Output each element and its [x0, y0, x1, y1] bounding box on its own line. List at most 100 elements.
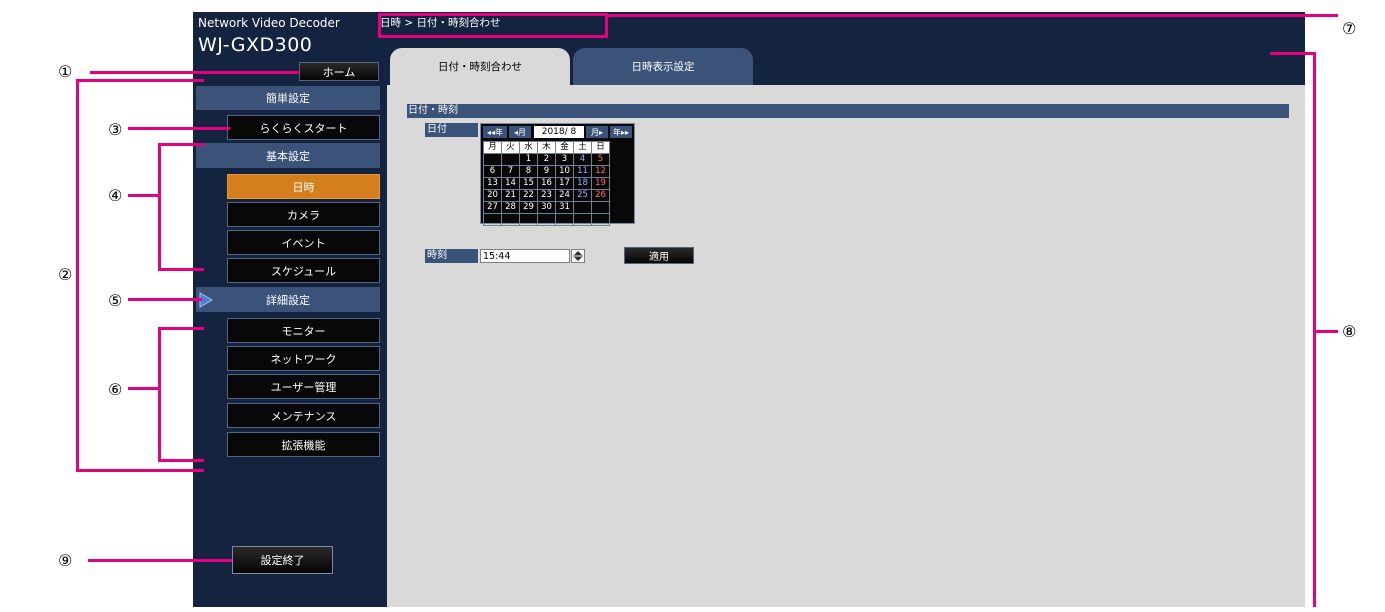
weekday-wed: 水 — [519, 141, 538, 154]
callout-4: ④ — [108, 186, 123, 205]
calendar-day[interactable] — [537, 213, 556, 226]
next-year-button[interactable]: 年▸▸ — [610, 126, 632, 138]
sidebar-item-event[interactable]: イベント — [227, 230, 380, 255]
calendar-day[interactable]: 5 — [591, 153, 610, 166]
weekday-fri: 金 — [555, 141, 574, 154]
calendar-day[interactable]: 14 — [501, 177, 520, 190]
advanced-setup-section[interactable]: 詳細設定 — [196, 287, 380, 312]
callout-line-5 — [128, 298, 202, 301]
calendar-day[interactable]: 9 — [537, 165, 556, 178]
calendar-day[interactable]: 23 — [537, 189, 556, 202]
apply-button[interactable]: 適用 — [624, 247, 694, 264]
callout-stub-6 — [128, 387, 158, 390]
easy-start-button[interactable]: らくらくスタート — [227, 115, 380, 140]
calendar-day[interactable]: 4 — [573, 153, 592, 166]
calendar-day[interactable]: 19 — [591, 177, 610, 190]
weekday-tue: 火 — [501, 141, 520, 154]
tab-date-display-settings[interactable]: 日時表示設定 — [573, 48, 753, 85]
callout-bracket-2-top — [76, 79, 204, 82]
callout-bracket-2-bottom — [76, 469, 204, 472]
callout-line-7 — [608, 14, 1338, 17]
calendar-day[interactable]: 12 — [591, 165, 610, 178]
date-label: 日付 — [425, 123, 478, 137]
calendar-month-display: 2018/ 8 — [534, 126, 584, 138]
calendar-day[interactable] — [519, 213, 538, 226]
next-month-button[interactable]: 月▸ — [586, 126, 608, 138]
calendar-day[interactable] — [555, 213, 574, 226]
calendar-day[interactable]: 29 — [519, 201, 538, 214]
calendar-day[interactable]: 11 — [573, 165, 592, 178]
calendar-day[interactable]: 8 — [519, 165, 538, 178]
calendar-day[interactable]: 28 — [501, 201, 520, 214]
callout-7: ⑦ — [1342, 19, 1357, 38]
calendar-day[interactable]: 3 — [555, 153, 574, 166]
sidebar-item-maintenance[interactable]: メンテナンス — [227, 403, 380, 428]
calendar-day[interactable]: 15 — [519, 177, 538, 190]
calendar-day[interactable]: 24 — [555, 189, 574, 202]
calendar-day[interactable] — [501, 213, 520, 226]
sidebar-item-camera[interactable]: カメラ — [227, 202, 380, 227]
calendar-day[interactable] — [573, 213, 592, 226]
sidebar-item-monitor[interactable]: モニター — [227, 318, 380, 343]
time-input[interactable] — [480, 249, 570, 263]
callout-line-9 — [88, 559, 232, 562]
calendar-day[interactable]: 27 — [483, 201, 502, 214]
easy-setup-section[interactable]: 簡単設定 — [196, 86, 380, 110]
calendar-day[interactable]: 22 — [519, 189, 538, 202]
calendar-day[interactable] — [483, 213, 502, 226]
weekday-sat: 土 — [573, 141, 592, 154]
callout-frame-breadcrumb — [378, 13, 608, 38]
calendar-day[interactable]: 2 — [537, 153, 556, 166]
prev-year-button[interactable]: ◂◂年 — [483, 126, 507, 138]
callout-bracket-6 — [158, 327, 161, 462]
calendar-day[interactable]: 6 — [483, 165, 502, 178]
calendar-grid: 月 火 水 木 金 土 日 1 2 3 4 5 6 7 8 9 10 11 12… — [483, 141, 610, 226]
section-header-bar — [407, 104, 1289, 118]
callout-bracket-2 — [76, 79, 79, 472]
calendar-day[interactable]: 16 — [537, 177, 556, 190]
calendar-day[interactable]: 31 — [555, 201, 574, 214]
time-stepper[interactable] — [571, 249, 585, 263]
calendar-day[interactable]: 1 — [519, 153, 538, 166]
sidebar-item-datetime[interactable]: 日時 — [227, 174, 380, 199]
callout-3: ③ — [108, 120, 123, 139]
callout-5: ⑤ — [108, 291, 123, 310]
prev-month-button[interactable]: ◂月 — [509, 126, 531, 138]
callout-bracket-6-bottom — [158, 459, 204, 462]
home-button[interactable]: ホーム — [299, 62, 379, 81]
sidebar-item-user-management[interactable]: ユーザー管理 — [227, 374, 380, 399]
calendar-day[interactable] — [573, 201, 592, 214]
calendar-day[interactable]: 20 — [483, 189, 502, 202]
callout-bracket-4 — [158, 143, 161, 271]
calendar-day[interactable]: 10 — [555, 165, 574, 178]
calendar-day[interactable] — [501, 153, 520, 166]
calendar-day[interactable]: 25 — [573, 189, 592, 202]
calendar-day[interactable]: 7 — [501, 165, 520, 178]
callout-bracket-4-bottom — [158, 268, 204, 271]
sidebar-item-schedule[interactable]: スケジュール — [227, 258, 380, 283]
calendar-day[interactable]: 13 — [483, 177, 502, 190]
calendar-day[interactable] — [591, 213, 610, 226]
calendar-day[interactable]: 21 — [501, 189, 520, 202]
callout-9: ⑨ — [58, 551, 73, 570]
up-down-arrows-icon — [573, 251, 583, 261]
calendar-day[interactable]: 26 — [591, 189, 610, 202]
callout-bracket-8-top — [1270, 52, 1316, 55]
weekday-thu: 木 — [537, 141, 556, 154]
calendar-day[interactable]: 18 — [573, 177, 592, 190]
calendar-day[interactable]: 30 — [537, 201, 556, 214]
callout-stub-4 — [128, 194, 158, 197]
sidebar-item-network[interactable]: ネットワーク — [227, 346, 380, 371]
basic-setup-section[interactable]: 基本設定 — [196, 143, 380, 168]
time-label: 時刻 — [425, 249, 478, 263]
tab-date-time-adjust[interactable]: 日付・時刻合わせ — [390, 48, 570, 85]
callout-bracket-6-top — [158, 327, 204, 330]
weekday-sun: 日 — [591, 141, 610, 154]
calendar-day[interactable] — [591, 201, 610, 214]
callout-6: ⑥ — [108, 380, 123, 399]
callout-1: ① — [58, 62, 73, 81]
calendar-day[interactable]: 17 — [555, 177, 574, 190]
exit-settings-button[interactable]: 設定終了 — [232, 546, 333, 574]
calendar-day[interactable] — [483, 153, 502, 166]
sidebar-item-extensions[interactable]: 拡張機能 — [227, 432, 380, 457]
